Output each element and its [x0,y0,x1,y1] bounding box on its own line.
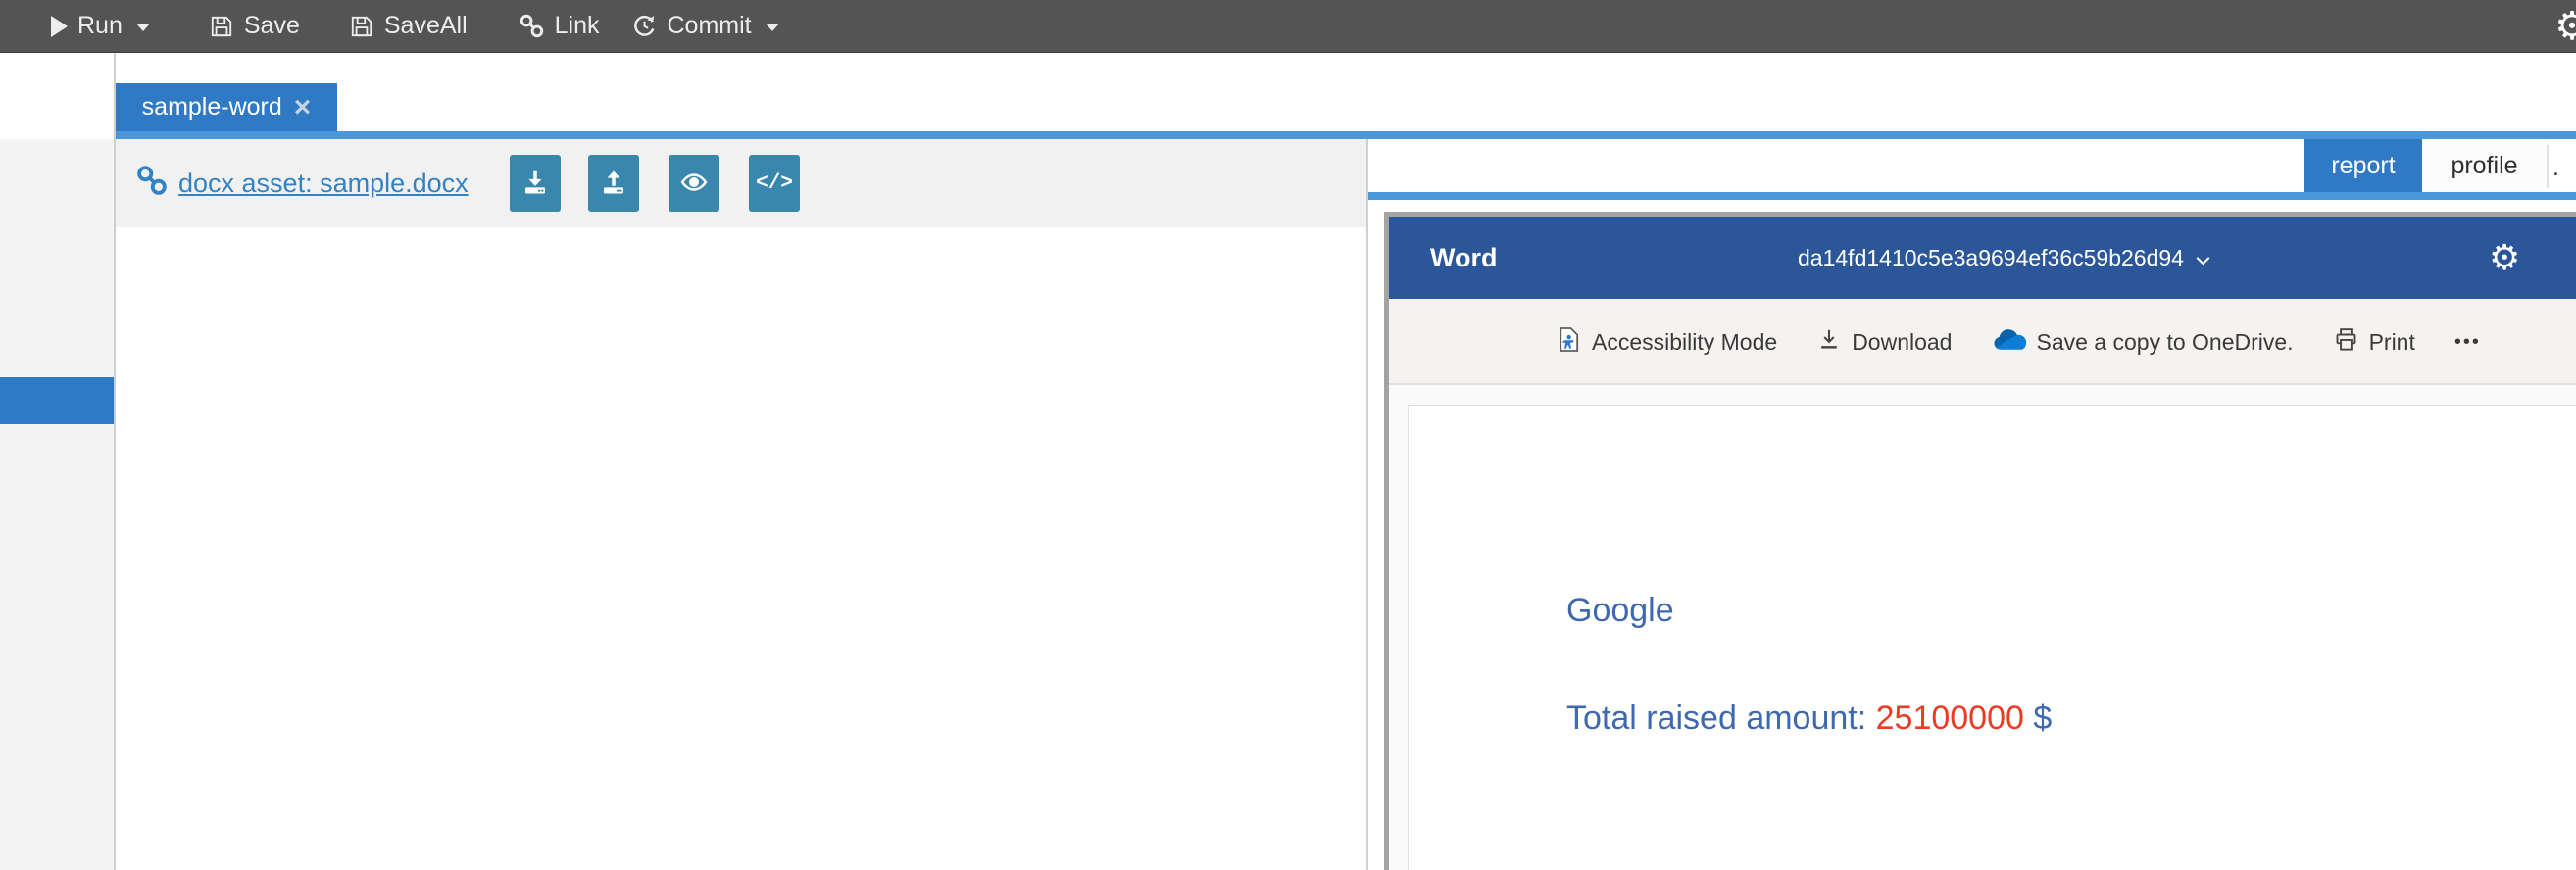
history-icon [631,13,658,39]
gear-icon[interactable]: ⚙ [2554,0,2576,53]
left-rail [0,139,114,870]
code-view-button[interactable]: </> [749,155,800,212]
print-button[interactable]: Print [2333,325,2415,360]
tab-profile-label: profile [2451,152,2517,180]
tab-sample-word[interactable]: sample-word × [116,83,337,131]
save-button[interactable]: Save [209,12,300,40]
run-label: Run [77,12,123,40]
preview-button[interactable] [669,155,719,212]
word-toolbar: Accessibility Mode Download Save a copy … [1389,299,2576,385]
rail-selected-item[interactable] [0,377,114,424]
link-button[interactable]: Link [519,12,600,40]
download-tray-icon [520,168,550,200]
tab-underline [116,131,2576,139]
document-canvas: Google Total raised amount: 25100000 $ [1389,387,2576,870]
tab-profile[interactable]: profile [2422,139,2547,192]
commit-button[interactable]: Commit [631,12,779,40]
play-icon [51,16,68,37]
chevron-down-icon [766,24,779,31]
chain-link-icon [519,13,545,39]
accessibility-mode-button[interactable]: Accessibility Mode [1554,324,1777,361]
top-toolbar: Run Save SaveAll Link Commit ⚙ [0,0,2576,53]
accessibility-icon [1554,324,1582,361]
amount-line: Total raised amount: 25100000 $ [1566,697,2576,740]
docx-asset-link[interactable]: docx asset: sample.docx [135,139,469,227]
settings-gear-icon[interactable]: ⚙ [2489,217,2520,299]
onedrive-cloud-icon [1991,327,2026,357]
upload-button[interactable] [588,155,639,212]
save-label: Save [244,12,300,40]
printer-icon [2333,325,2359,360]
document-title-dropdown[interactable]: da14fd1410c5e3a9694ef36c59b26d94 [1389,217,2576,299]
commit-label: Commit [668,12,752,40]
asset-link-label: docx asset: sample.docx [178,169,469,199]
floppy-icon [209,14,234,39]
document-content: Google Total raised amount: 25100000 $ [1409,406,2576,740]
amount-value: 25100000 [1876,700,2024,737]
tab-separator [2547,145,2549,188]
chevron-down-icon [136,24,150,31]
save-all-label: SaveAll [384,12,468,40]
app-window: Run Save SaveAll Link Commit ⚙ sample-wo… [0,0,2576,870]
save-to-onedrive-button[interactable]: Save a copy to OneDrive. [1991,327,2293,357]
download-icon [1816,325,1842,359]
more-options-icon[interactable]: ••• [2454,331,2481,354]
amount-label: Total raised amount: [1566,700,1876,737]
pane-divider [1366,139,1368,870]
document-id: da14fd1410c5e3a9694ef36c59b26d94 [1798,245,2184,271]
run-button[interactable]: Run [51,12,150,40]
chevron-down-icon [2196,245,2210,271]
amount-suffix: $ [2024,700,2052,737]
word-viewer-frame: Word da14fd1410c5e3a9694ef36c59b26d94 ⚙ … [1384,212,2576,870]
floppy-icon [349,14,374,39]
document-page: Google Total raised amount: 25100000 $ [1408,405,2576,870]
tab-label: sample-word [142,93,282,121]
asset-header: docx asset: sample.docx </> [116,139,1366,227]
tab-report-label: report [2331,152,2395,180]
link-label: Link [555,12,600,40]
tab-report[interactable]: report [2304,139,2422,192]
download-button[interactable] [510,155,561,212]
upload-tray-icon [599,168,628,200]
word-header-bar: Word da14fd1410c5e3a9694ef36c59b26d94 ⚙ [1389,217,2576,299]
save-all-button[interactable]: SaveAll [349,12,468,40]
chain-link-icon [135,164,169,204]
code-icon: </> [756,172,793,195]
tab-overflow-fragment[interactable]: . [2552,139,2576,192]
close-icon[interactable]: × [294,93,312,122]
download-document-button[interactable]: Download [1816,325,1952,359]
right-panel-underline [1368,192,2576,200]
eye-icon [679,168,709,200]
company-name-text: Google [1566,589,2576,632]
